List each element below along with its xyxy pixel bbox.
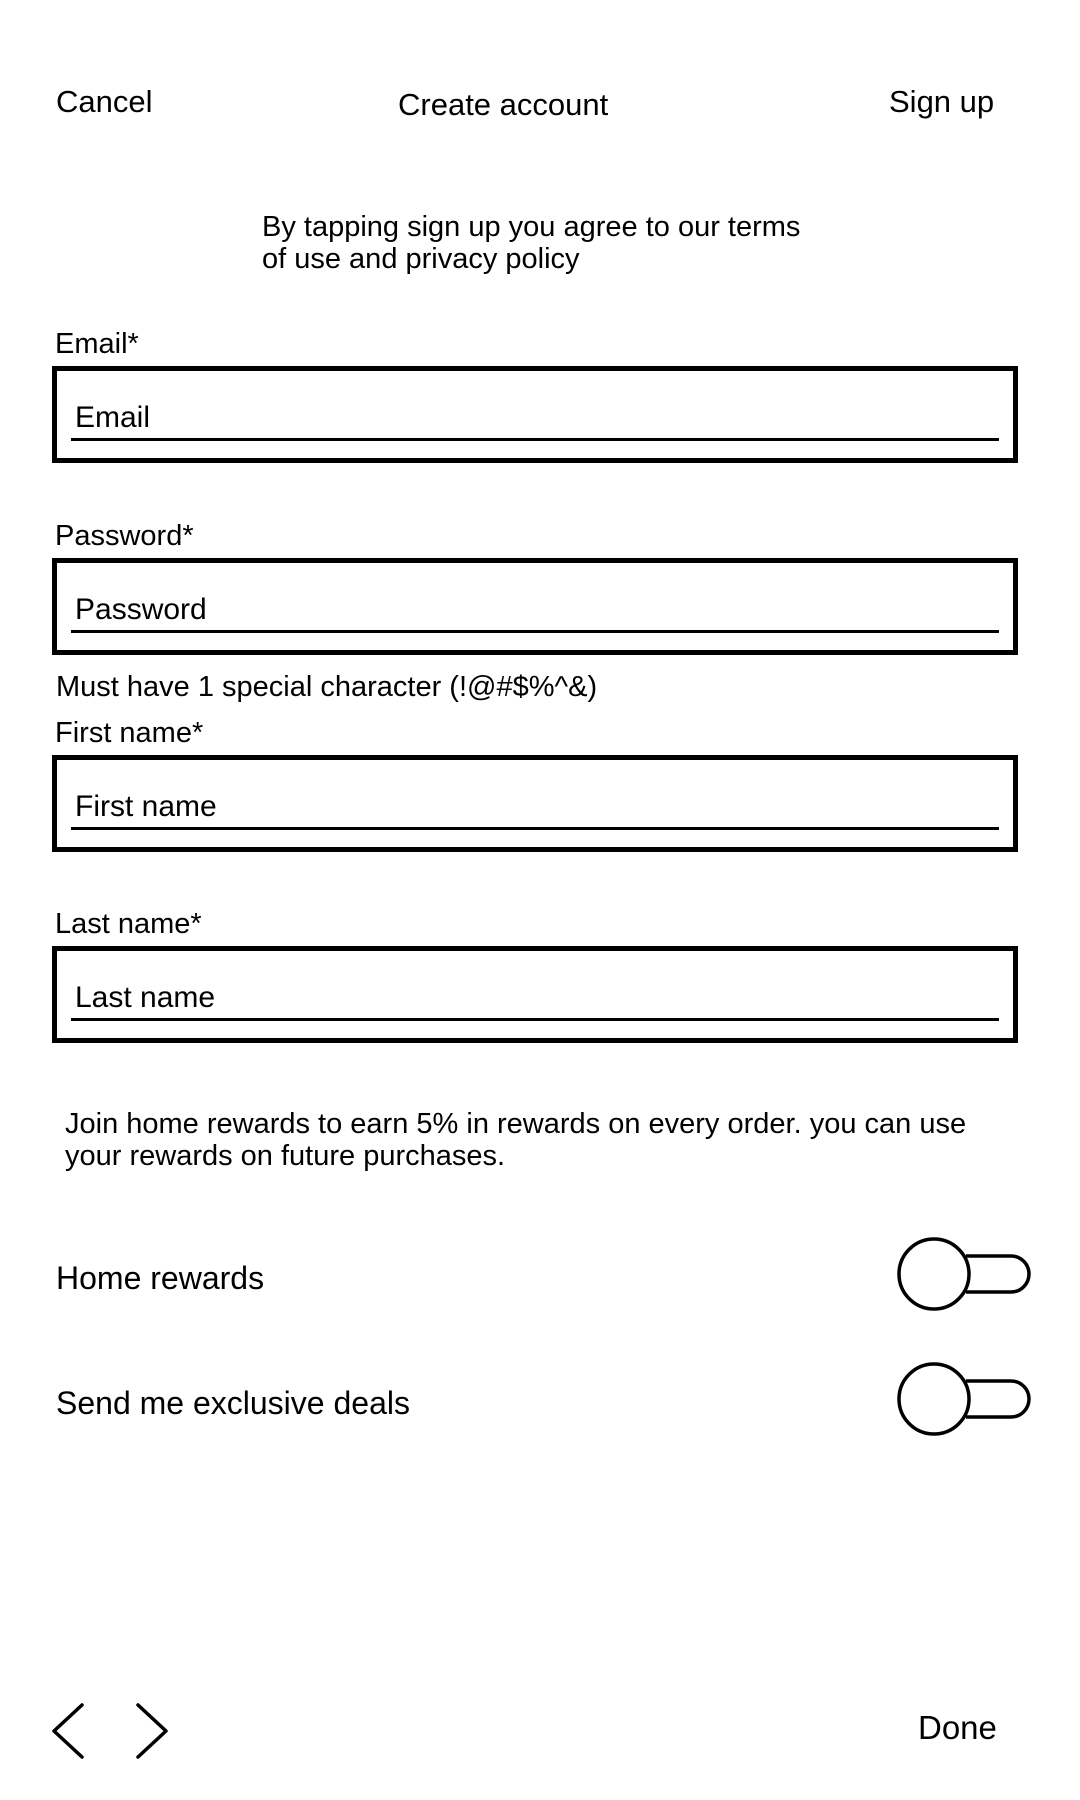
previous-field-button[interactable] [48,1702,94,1760]
first-name-label: First name* [55,717,204,749]
toggle-off-icon [897,1362,1031,1436]
email-field[interactable] [71,398,999,441]
first-name-field-box [52,755,1018,852]
next-field-button[interactable] [132,1702,178,1760]
done-button[interactable]: Done [918,1711,997,1744]
last-name-field[interactable] [71,978,999,1021]
chevron-right-icon [136,1703,168,1759]
email-field-box [52,366,1018,463]
last-name-label: Last name* [55,908,202,940]
first-name-field[interactable] [71,787,999,830]
cancel-button[interactable]: Cancel [56,86,153,117]
home-rewards-toggle[interactable] [896,1236,1033,1314]
rewards-info-line-2: your rewards on future purchases. [65,1140,506,1172]
email-label: Email* [55,328,139,360]
password-hint: Must have 1 special character (!@#$%^&) [56,671,598,703]
exclusive-deals-label: Send me exclusive deals [56,1385,410,1421]
sign-up-button[interactable]: Sign up [889,86,994,117]
password-field-box [52,558,1018,655]
rewards-info-line-1: Join home rewards to earn 5% in rewards … [65,1108,967,1140]
last-name-field-box [52,946,1018,1043]
terms-line-2: of use and privacy policy [262,243,580,275]
exclusive-deals-toggle[interactable] [896,1361,1033,1439]
password-label: Password* [55,520,194,552]
rewards-info-text: Join home rewards to earn 5% in rewards … [65,1108,1025,1172]
password-field[interactable] [71,590,999,633]
page-title: Create account [398,87,609,122]
chevron-left-icon [52,1703,84,1759]
home-rewards-label: Home rewards [56,1260,265,1296]
terms-line-1: By tapping sign up you agree to our term… [262,211,801,243]
toggle-off-icon [897,1237,1031,1311]
terms-notice: By tapping sign up you agree to our term… [262,211,902,275]
